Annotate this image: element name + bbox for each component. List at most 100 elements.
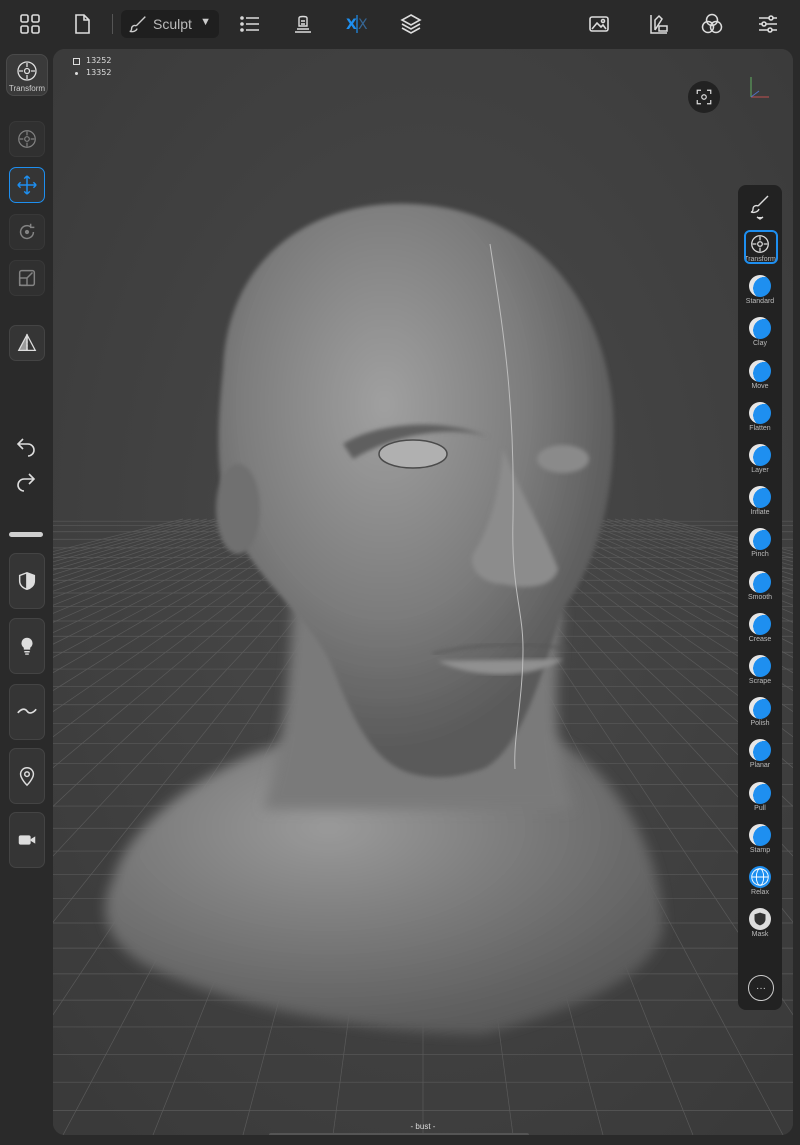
mask-icon — [749, 908, 771, 931]
brush-label: Layer — [751, 467, 769, 474]
brush-label: Inflate — [750, 509, 770, 517]
symmetry-plane-button[interactable] — [9, 325, 45, 361]
brush-label: Mask — [751, 931, 769, 939]
brush-label: Clay — [752, 340, 767, 348]
transform-icon — [749, 233, 771, 255]
vertex-count-icon — [75, 71, 78, 75]
scene-canvas[interactable] — [53, 49, 793, 1135]
materials-icon[interactable] — [643, 8, 675, 40]
camera-icon — [18, 835, 36, 845]
planar-icon — [749, 739, 771, 762]
brush-standard[interactable]: Standard — [740, 273, 780, 313]
svg-text:X: X — [346, 17, 357, 33]
scrape-icon — [749, 655, 771, 677]
bulb-icon — [21, 637, 33, 655]
focus-icon — [696, 89, 712, 105]
background-icon[interactable] — [583, 8, 615, 40]
undo-icon[interactable] — [14, 433, 38, 457]
brush-crease[interactable]: Crease — [740, 611, 780, 651]
left-toolbar: Transform — [0, 48, 52, 1145]
layer-icon — [749, 444, 771, 466]
viewport[interactable]: 13252 13352 - bust - — [53, 49, 793, 1135]
brush-pinch[interactable]: Pinch — [740, 526, 780, 566]
symmetry-plane-icon — [17, 333, 37, 353]
tool-mode-select[interactable]: Sculpt ▼ — [121, 10, 219, 38]
transform-button[interactable]: Transform — [6, 54, 48, 96]
tool-mode-label: Sculpt — [153, 16, 192, 32]
scale-icon — [18, 269, 36, 287]
clay-icon — [749, 317, 771, 340]
brush-move[interactable]: Move — [740, 358, 780, 398]
brush-icon — [129, 16, 146, 33]
shield-icon — [18, 571, 36, 591]
bulb-button[interactable] — [9, 618, 45, 674]
axis-gizmo[interactable] — [749, 75, 771, 99]
brush-label: Standard — [745, 298, 775, 306]
layers-icon[interactable] — [395, 8, 427, 40]
gizmo-icon — [18, 130, 36, 148]
move-icon — [17, 175, 37, 195]
brush-mask[interactable]: Mask — [740, 906, 780, 946]
more-button[interactable]: ··· — [748, 975, 774, 1001]
lighting-icon[interactable] — [696, 8, 728, 40]
relax-icon — [749, 866, 771, 888]
settings-icon[interactable] — [752, 8, 784, 40]
shield-button[interactable] — [9, 553, 45, 609]
brush-label: Flatten — [749, 424, 771, 432]
brush-transform[interactable]: Transform — [740, 230, 780, 271]
home-indicator — [269, 1133, 529, 1135]
top-toolbar: Sculpt ▼ XX — [0, 0, 800, 48]
crease-icon — [749, 612, 771, 635]
panel-slider-handle[interactable] — [9, 532, 43, 537]
camera-button[interactable] — [9, 812, 45, 868]
frame-camera-button[interactable] — [688, 81, 720, 113]
bust-ear — [216, 464, 260, 554]
scene-icon[interactable] — [287, 8, 319, 40]
brush-label: Stamp — [749, 846, 771, 854]
brush-relax[interactable]: Relax — [740, 864, 780, 904]
move-button[interactable] — [9, 167, 45, 203]
list-icon[interactable] — [234, 8, 266, 40]
face-count: 13252 — [86, 56, 112, 65]
pin-button[interactable] — [9, 748, 45, 804]
redo-icon[interactable] — [14, 468, 38, 492]
smooth-icon — [749, 570, 771, 593]
brush-label: Relax — [751, 889, 769, 896]
stamp-icon — [749, 823, 771, 846]
brush-stamp[interactable]: Stamp — [740, 822, 780, 862]
inflate-icon — [749, 486, 771, 509]
rotate-icon — [19, 223, 35, 240]
face-count-icon — [73, 57, 80, 65]
brush-inflate[interactable]: Inflate — [740, 484, 780, 524]
rotate-button[interactable] — [9, 214, 45, 250]
gizmo-button[interactable] — [9, 121, 45, 157]
brush-label: Planar — [749, 762, 771, 770]
brush-icon — [750, 195, 769, 220]
brush-label: Scrape — [748, 678, 772, 685]
brush-clay[interactable]: Clay — [740, 315, 780, 355]
file-icon[interactable] — [66, 8, 98, 40]
transform-label: Transform — [8, 84, 46, 93]
stroke-icon — [17, 708, 37, 714]
brush-planar[interactable]: Planar — [740, 737, 780, 777]
brush-label: Smooth — [747, 593, 773, 601]
chevron-down-icon: ▼ — [200, 16, 211, 28]
brush-layer[interactable]: Layer — [740, 442, 780, 482]
svg-text:X: X — [358, 17, 368, 33]
brush-smooth[interactable]: Smooth — [740, 569, 780, 609]
symmetry-icon[interactable]: XX — [341, 8, 373, 40]
brush-pull[interactable]: Pull — [740, 780, 780, 820]
brush-label: Polish — [750, 720, 770, 728]
grid-icon[interactable] — [14, 8, 46, 40]
brush-label: Pinch — [751, 551, 769, 559]
stroke-button[interactable] — [9, 684, 45, 740]
mesh-name: - bust - — [410, 1122, 436, 1131]
brush-scrape[interactable]: Scrape — [740, 653, 780, 693]
scale-button[interactable] — [9, 260, 45, 296]
toolbar-separator — [112, 14, 113, 34]
brush-flatten[interactable]: Flatten — [740, 400, 780, 440]
pinch-icon — [749, 528, 771, 551]
brush-polish[interactable]: Polish — [740, 695, 780, 735]
brush-menu-button[interactable] — [738, 189, 782, 225]
flatten-icon — [749, 401, 771, 424]
